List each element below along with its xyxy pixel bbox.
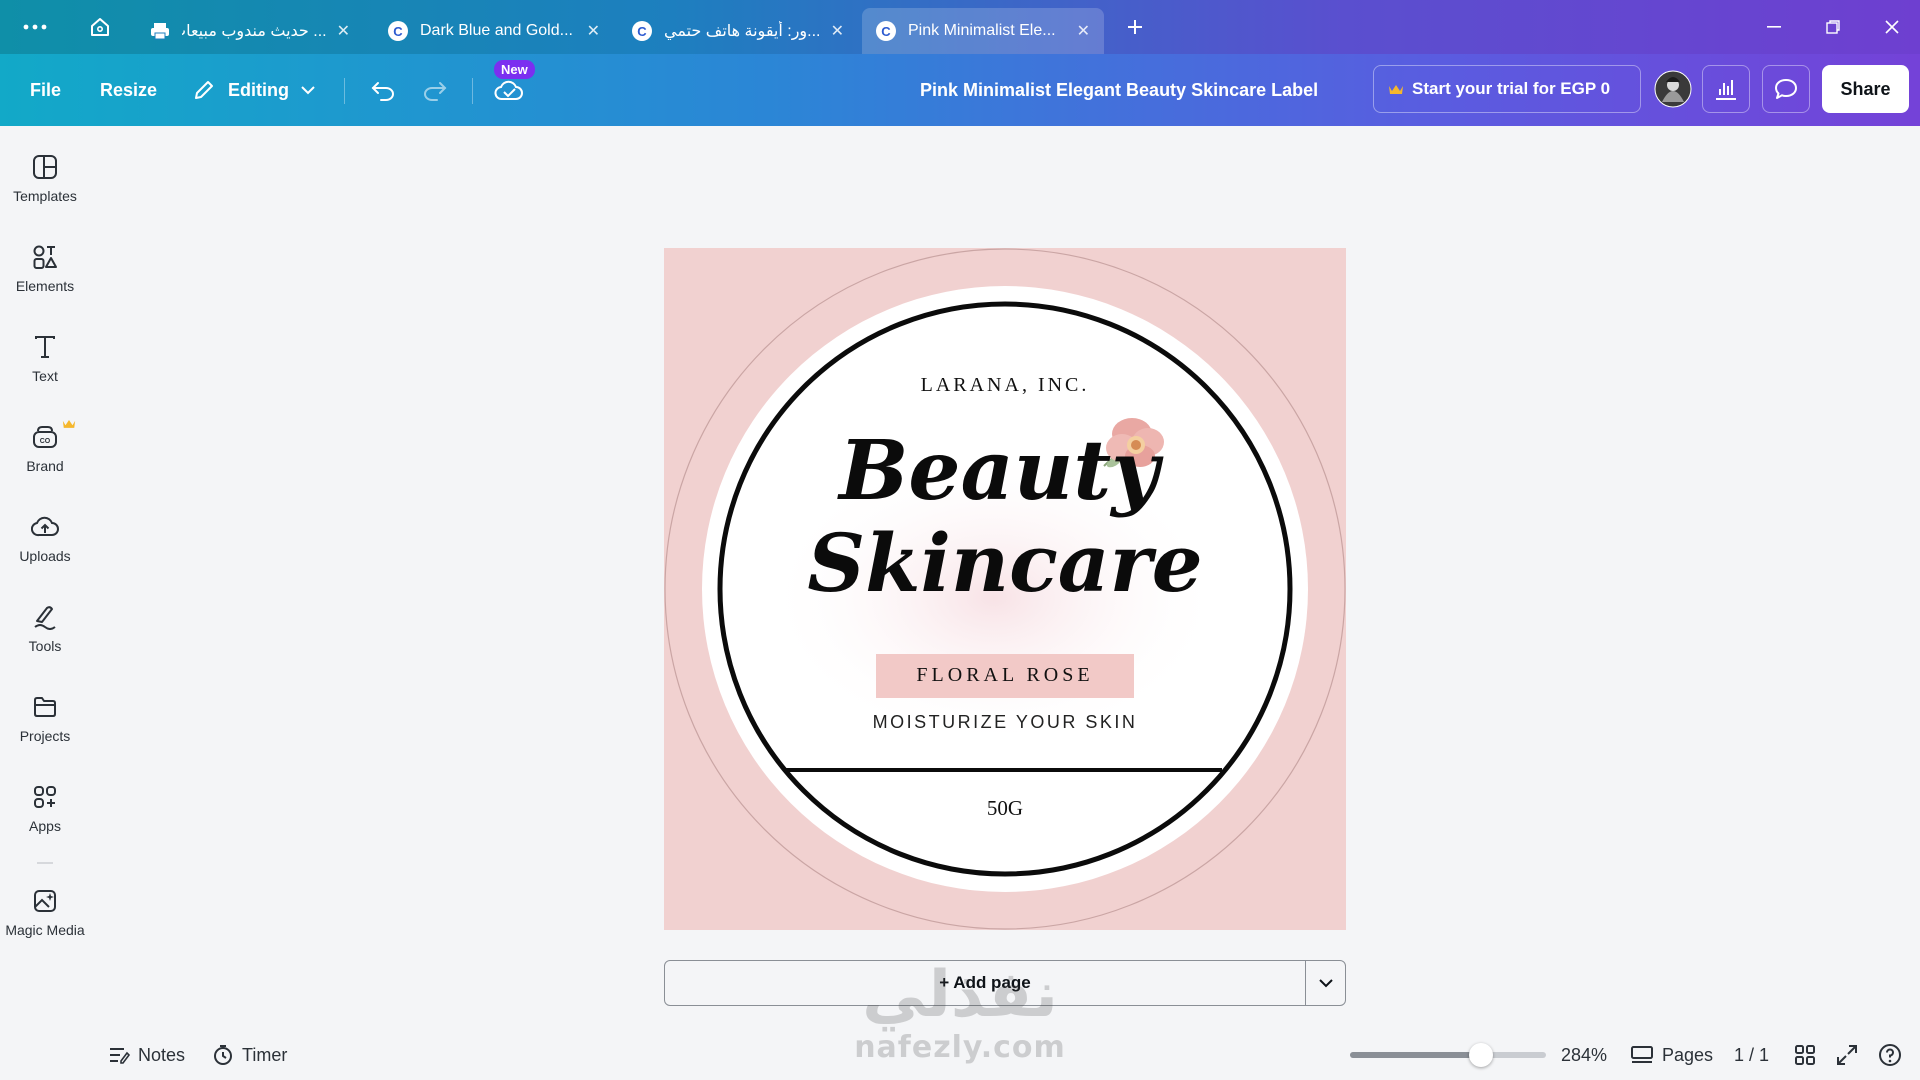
new-tab-icon[interactable] [1120,12,1150,42]
editor-toolbar: File Resize Editing New Pink Minimalist … [0,54,1920,126]
trial-label: Start your trial for EGP 0 [1412,79,1611,98]
grid-view-icon[interactable] [1794,1040,1816,1070]
crown-icon [1388,83,1404,95]
company-name[interactable]: LARANA, INC. [664,374,1346,397]
sidebar-item-projects[interactable]: Projects [0,694,90,744]
redo-icon[interactable] [422,54,448,126]
file-menu[interactable]: File [30,54,61,126]
help-icon[interactable] [1878,1040,1902,1070]
close-tab-icon[interactable]: ✕ [337,21,350,41]
close-tab-icon[interactable]: ✕ [1077,21,1090,41]
start-trial-button[interactable]: Start your trial for EGP 0 [1373,65,1641,113]
add-page-button[interactable]: + Add page [665,961,1305,1005]
apps-icon [32,784,58,810]
browser-tab-bar: ... حديث مندوب مبيعات ✕ C Dark Blue and … [0,0,1920,54]
sidebar-item-uploads[interactable]: Uploads [0,514,90,564]
timer-icon [212,1044,234,1066]
magic-media-icon [32,888,58,914]
fullscreen-icon[interactable] [1836,1040,1858,1070]
canva-icon: C [632,21,652,41]
sidebar-divider [37,862,53,864]
sidebar-item-magic-media[interactable]: Magic Media [0,888,90,938]
net-weight[interactable]: 50G [664,796,1346,821]
printer-icon [150,21,170,41]
sidebar-label: Apps [29,818,61,834]
tab-pink-minimalist[interactable]: C Pink Minimalist Ele... ✕ [862,8,1104,54]
tab-dark-blue-gold[interactable]: C Dark Blue and Gold... ✕ [374,8,614,54]
canva-icon: C [876,21,896,41]
home-icon[interactable] [85,12,115,42]
uploads-icon [31,514,59,540]
elements-icon [32,244,58,270]
more-icon[interactable] [20,12,50,42]
editing-mode-button[interactable]: Editing [192,54,315,126]
text-icon [32,334,58,360]
pencil-icon [192,78,216,102]
tab-title: ...ور: أيقونة هاتف حتمي [664,23,821,40]
restore-icon[interactable] [1815,10,1851,44]
title-beauty[interactable]: Beauty [664,426,1340,516]
timer-button[interactable]: Timer [212,1040,287,1070]
notes-button[interactable]: Notes [108,1040,185,1070]
sidebar-label: Brand [26,458,64,474]
close-window-icon[interactable] [1874,10,1910,44]
sidebar-item-elements[interactable]: Elements [0,244,90,294]
resize-button[interactable]: Resize [100,54,157,126]
brand-icon: CO [32,424,58,450]
zoom-slider[interactable] [1350,1052,1546,1058]
canva-icon: C [388,21,408,41]
tab-sales-rep[interactable]: ... حديث مندوب مبيعات ✕ [136,8,364,54]
add-page-bar: + Add page [664,960,1346,1006]
sidebar-item-tools[interactable]: Tools [0,604,90,654]
share-button[interactable]: Share [1822,65,1909,113]
editing-label: Editing [228,79,289,100]
title-skincare[interactable]: Skincare [664,518,1346,608]
tab-title: Dark Blue and Gold... [420,22,573,39]
product-name[interactable]: FLORAL ROSE [664,664,1346,687]
left-sidebar: Templates Elements Text CO Brand Uploads… [0,126,90,1080]
notes-label: Notes [138,1044,186,1065]
document-title[interactable]: Pink Minimalist Elegant Beauty Skincare … [920,54,1318,126]
zoom-level[interactable]: 284% [1561,1040,1607,1070]
sidebar-item-brand[interactable]: CO Brand [0,420,90,474]
templates-icon [32,154,58,180]
sidebar-item-templates[interactable]: Templates [0,154,90,204]
pages-icon [1630,1045,1654,1065]
notes-icon [108,1046,130,1064]
avatar[interactable] [1649,65,1697,113]
close-tab-icon[interactable]: ✕ [831,21,844,41]
tab-title: ... حديث مندوب مبيعات [182,23,327,40]
design-page[interactable]: LARANA, INC. Beauty Skincare FLORAL ROSE… [664,248,1346,930]
chevron-down-icon [301,85,315,95]
svg-text:CO: CO [40,438,51,445]
sidebar-label: Elements [15,278,75,294]
tools-icon [32,604,58,630]
close-tab-icon[interactable]: ✕ [587,21,600,41]
sidebar-label: Templates [13,188,77,204]
pages-label: Pages [1662,1044,1714,1065]
sidebar-label: Text [32,368,58,384]
new-badge: New [494,60,535,79]
sidebar-label: Tools [28,638,62,654]
pages-button[interactable]: Pages [1630,1040,1713,1070]
sidebar-label: Uploads [19,548,71,564]
chevron-down-icon[interactable] [1305,961,1345,1005]
sidebar-item-apps[interactable]: Apps [0,784,90,834]
undo-icon[interactable] [370,54,396,126]
comment-icon[interactable] [1762,65,1810,113]
timer-label: Timer [242,1044,288,1065]
projects-icon [32,694,58,720]
sidebar-label: Magic Media [5,922,85,938]
minimize-icon[interactable] [1756,10,1792,44]
page-counter[interactable]: 1 / 1 [1734,1040,1769,1070]
tab-phone-icon[interactable]: C ...ور: أيقونة هاتف حتمي ✕ [618,8,858,54]
sidebar-label: Projects [19,728,71,744]
tab-title: Pink Minimalist Ele... [908,22,1056,39]
insights-icon[interactable] [1702,65,1750,113]
sidebar-item-text[interactable]: Text [0,334,90,384]
crown-icon [62,418,76,429]
tagline[interactable]: MOISTURIZE YOUR SKIN [664,712,1346,733]
